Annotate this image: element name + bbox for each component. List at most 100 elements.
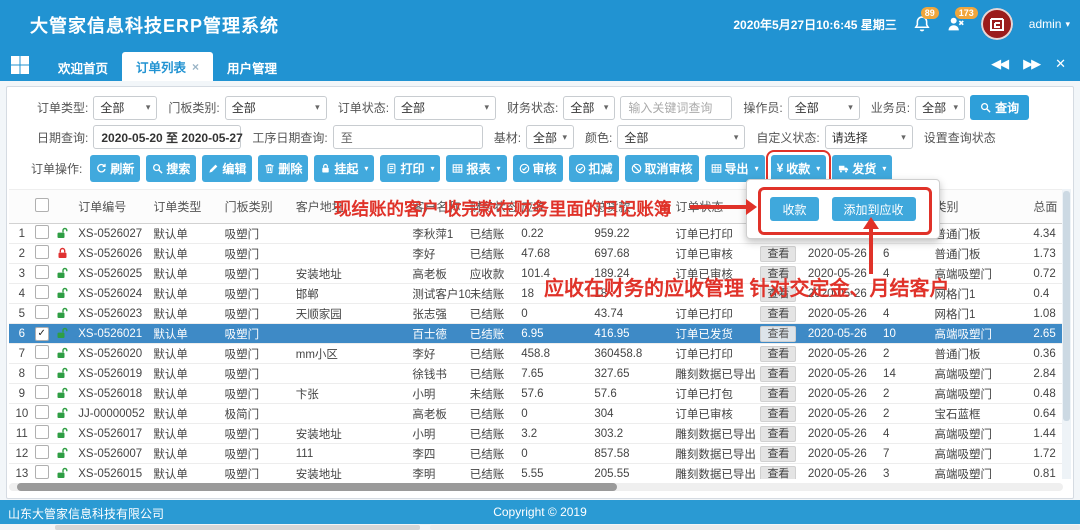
color-select[interactable]: 全部▾ — [617, 125, 745, 149]
annotation-note-2: 应收在财务的应收管理 针对交定金、月结客户 — [544, 272, 950, 301]
base-material-select[interactable]: 全部▾ — [526, 125, 574, 149]
row-checkbox[interactable]: ✓ — [35, 327, 49, 341]
process-date-input[interactable]: 至 — [333, 125, 483, 149]
refresh-button[interactable]: 刷新 — [90, 155, 140, 182]
order-status-select[interactable]: 全部▾ — [394, 96, 496, 120]
row-checkbox[interactable] — [35, 265, 49, 279]
view-button[interactable]: 查看 — [760, 406, 796, 422]
horizontal-scrollbar[interactable] — [9, 483, 1063, 491]
tabs-scroll-right-icon[interactable]: ▶▶ — [1023, 56, 1039, 72]
receivable-cell: 6.95 — [521, 328, 594, 340]
delete-button[interactable]: 删除 — [258, 155, 308, 182]
row-checkbox[interactable] — [35, 465, 49, 479]
view-cell: 查看 — [760, 346, 807, 362]
finance-status-cell: 未结账 — [470, 386, 521, 402]
ban-icon — [631, 163, 642, 174]
vertical-scrollbar-thumb[interactable] — [1063, 191, 1070, 421]
view-button[interactable]: 查看 — [760, 326, 796, 342]
tab-用户管理[interactable]: 用户管理 — [213, 54, 291, 81]
table-row[interactable]: 10JJ-00000052默认单极简门高老板已结账0304订单已审核查看2020… — [9, 404, 1063, 424]
print-button[interactable]: 打印▾ — [380, 155, 440, 182]
receive-button[interactable]: ¥收款▾ — [771, 155, 827, 182]
chevron-down-icon: ▾ — [364, 164, 368, 173]
avatar[interactable] — [981, 8, 1013, 40]
row-checkbox[interactable] — [35, 245, 49, 259]
user-menu[interactable]: admin ▾ — [1029, 17, 1070, 31]
panel-category-select[interactable]: 全部▾ — [225, 96, 327, 120]
search-button[interactable]: 搜索 — [146, 155, 196, 182]
keyword-input[interactable] — [620, 96, 732, 120]
row-checkbox[interactable] — [35, 225, 49, 239]
row-checkbox[interactable] — [35, 365, 49, 379]
user-x-icon[interactable]: 173 — [947, 15, 965, 33]
lock-cell — [56, 307, 78, 320]
button-label: 刷新 — [110, 160, 134, 177]
view-button[interactable]: 查看 — [760, 426, 796, 442]
operator-select[interactable]: 全部▾ — [788, 96, 860, 120]
table-icon — [452, 163, 463, 174]
date-range-input[interactable]: 2020-05-20 至 2020-05-27 — [93, 125, 241, 149]
total-area-cell: 2.65 — [1033, 328, 1063, 340]
tab-欢迎首页[interactable]: 欢迎首页 — [44, 54, 122, 81]
view-button[interactable]: 查看 — [760, 446, 796, 462]
row-checkbox[interactable] — [35, 345, 49, 359]
select-all-checkbox[interactable] — [35, 198, 49, 212]
popup-receive-button[interactable]: 收款 — [770, 197, 818, 221]
table-row[interactable]: 11XS-0526017默认单吸塑门安装地址小明已结账3.2303.2雕刻数据已… — [9, 424, 1063, 444]
receivable-cell: 0 — [521, 408, 594, 420]
row-number: 12 — [9, 448, 35, 460]
set-query-status-link[interactable]: 设置查询状态 — [924, 129, 996, 146]
chevron-down-icon: ▾ — [604, 102, 609, 113]
table-row[interactable]: 7XS-0526020默认单吸塑门mm小区李好已结账458.8360458.8订… — [9, 344, 1063, 364]
vertical-scrollbar[interactable] — [1062, 189, 1071, 479]
table-row[interactable]: 9XS-0526018默认单吸塑门卞张小明未结账57.657.6订单已打包查看2… — [9, 384, 1063, 404]
tab-订单列表[interactable]: 订单列表× — [122, 52, 213, 81]
report-button[interactable]: 报表▾ — [446, 155, 506, 182]
row-checkbox[interactable] — [35, 425, 49, 439]
custom-status-select[interactable]: 请选择▾ — [825, 125, 913, 149]
app-title: 大管家信息科技ERP管理系统 — [30, 12, 279, 38]
row-checkbox[interactable] — [35, 385, 49, 399]
cancel-audit-button[interactable]: 取消审核 — [625, 155, 699, 182]
total-amount-cell: 205.55 — [594, 468, 675, 480]
button-label: 报表 — [466, 160, 490, 177]
panel-category-cell: 吸塑门 — [225, 446, 296, 462]
view-button[interactable]: 查看 — [760, 466, 796, 480]
panel-category-cell: 吸塑门 — [225, 326, 296, 342]
operator-label: 操作员: — [743, 99, 782, 116]
table-row[interactable]: 2XS-0526026默认单吸塑门李好已结账47.68697.68订单已审核查看… — [9, 244, 1063, 264]
row-checkbox[interactable] — [35, 305, 49, 319]
export-button[interactable]: 导出▾ — [705, 155, 765, 182]
horizontal-scrollbar-thumb[interactable] — [17, 483, 617, 491]
view-button[interactable]: 查看 — [760, 386, 796, 402]
salesman-select[interactable]: 全部▾ — [915, 96, 965, 120]
query-button[interactable]: 查询 — [970, 95, 1029, 120]
chevron-down-icon: ▾ — [848, 102, 853, 113]
table-row[interactable]: 8XS-0526019默认单吸塑门徐钱书已结账7.65327.65雕刻数据已导出… — [9, 364, 1063, 384]
order-type-select[interactable]: 全部▾ — [93, 96, 157, 120]
edit-button[interactable]: 编辑 — [202, 155, 252, 182]
panel-category-cell: 吸塑门 — [225, 386, 296, 402]
table-row[interactable]: 13XS-0526015默认单吸塑门安装地址李明已结账5.55205.55雕刻数… — [9, 464, 1063, 479]
table-row[interactable]: 5XS-0526023默认单吸塑门天顺家园张志强已结账043.74订单已打印查看… — [9, 304, 1063, 324]
bell-icon[interactable]: 89 — [913, 15, 931, 33]
row-checkbox[interactable] — [35, 405, 49, 419]
close-icon[interactable]: × — [192, 60, 199, 74]
home-grid-icon[interactable] — [10, 55, 30, 75]
fullscreen-icon[interactable]: ✕ — [1055, 56, 1066, 72]
table-row[interactable]: 6✓XS-0526021默认单吸塑门百士德已结账6.95416.95订单已发货查… — [9, 324, 1063, 344]
view-button[interactable]: 查看 — [760, 246, 796, 262]
hold-button[interactable]: 挂起▾ — [314, 155, 374, 182]
checkbox-cell — [35, 465, 57, 479]
table-row[interactable]: 12XS-0526007默认单吸塑门111李四已结账0857.58雕刻数据已导出… — [9, 444, 1063, 464]
view-button[interactable]: 查看 — [760, 366, 796, 382]
audit-button[interactable]: 审核 — [513, 155, 563, 182]
tabs-scroll-left-icon[interactable]: ◀◀ — [991, 56, 1007, 72]
view-button[interactable]: 查看 — [760, 346, 796, 362]
ship-button[interactable]: 发货▾ — [832, 155, 892, 182]
finance-status-select[interactable]: 全部▾ — [563, 96, 615, 120]
row-checkbox[interactable] — [35, 445, 49, 459]
view-button[interactable]: 查看 — [760, 306, 796, 322]
deduct-button[interactable]: 扣减 — [569, 155, 619, 182]
row-checkbox[interactable] — [35, 285, 49, 299]
